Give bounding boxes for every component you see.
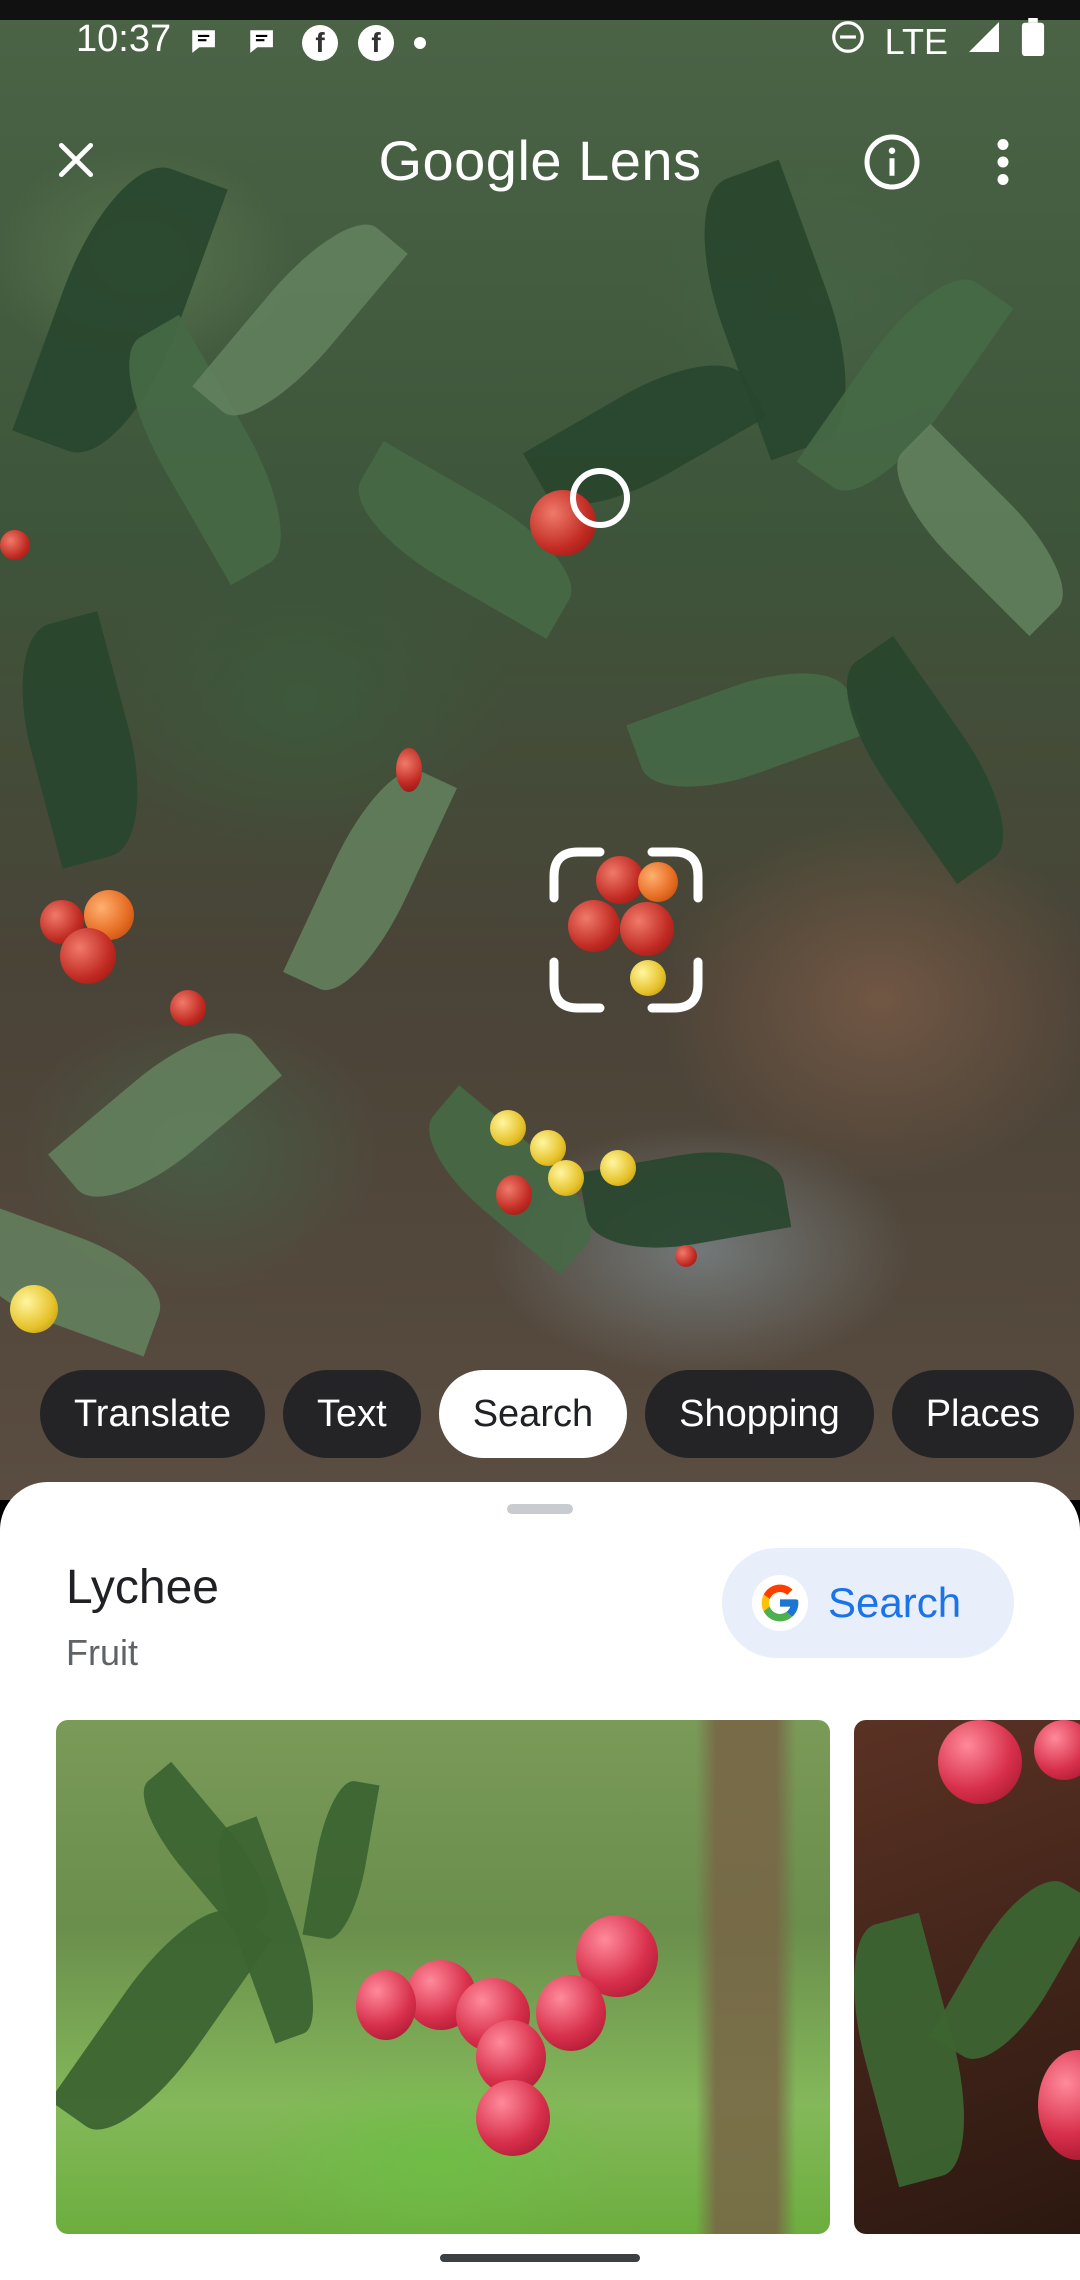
more-vert-icon — [997, 139, 1009, 185]
result-image[interactable] — [56, 1720, 830, 2234]
google-search-button[interactable]: Search — [722, 1548, 1014, 1658]
facebook-icon: f — [358, 25, 394, 61]
dot-icon — [414, 37, 426, 49]
sheet-drag-handle[interactable] — [507, 1504, 573, 1514]
clock: 10:37 — [76, 18, 172, 60]
battery-icon — [1020, 18, 1046, 65]
foliage — [626, 650, 864, 810]
selection-frame[interactable] — [548, 846, 704, 1014]
info-button[interactable] — [862, 132, 922, 192]
leaf — [929, 1863, 1080, 2077]
berry — [170, 990, 206, 1026]
berry — [548, 1160, 584, 1196]
google-g-icon — [752, 1575, 808, 1631]
dnd-icon — [829, 18, 867, 65]
status-bar: 10:37 f f LTE — [0, 0, 1080, 84]
berry — [675, 1245, 697, 1267]
lychee — [938, 1720, 1022, 1804]
berry — [10, 1285, 58, 1333]
message-icon — [244, 24, 282, 62]
lychee — [536, 1975, 606, 2051]
status-bar-strip — [0, 0, 1080, 20]
result-image-2[interactable] — [854, 1720, 1080, 2234]
foliage — [873, 423, 1080, 637]
foliage — [192, 202, 408, 438]
results-sheet: Lychee Fruit Search — [0, 1482, 1080, 2280]
foliage — [0, 611, 160, 869]
lychee — [356, 1970, 416, 2040]
message-icon — [186, 24, 224, 62]
facebook-icon: f — [302, 25, 338, 61]
system-icons: LTE — [829, 18, 1046, 65]
gesture-nav-bar[interactable] — [440, 2254, 640, 2262]
focus-point-indicator — [570, 468, 630, 528]
camera-viewfinder[interactable] — [0, 0, 1080, 1500]
mode-places[interactable]: Places — [891, 1370, 1074, 1458]
lychee — [1038, 2050, 1080, 2160]
mode-search[interactable]: Search — [438, 1370, 628, 1458]
signal-icon — [966, 19, 1002, 64]
berry — [496, 1175, 532, 1215]
foliage — [283, 754, 457, 1006]
mode-translate[interactable]: Translate — [40, 1370, 265, 1458]
foliage — [0, 1203, 175, 1357]
app-bar: Google Lens — [0, 110, 1080, 210]
berry — [490, 1110, 526, 1146]
more-options-button[interactable] — [980, 132, 1026, 192]
foliage — [47, 1006, 283, 1224]
mode-shopping[interactable]: Shopping — [645, 1370, 874, 1458]
result-subtitle: Fruit — [66, 1632, 138, 1673]
search-button-label: Search — [828, 1579, 962, 1626]
info-icon — [864, 134, 920, 190]
berry — [600, 1150, 636, 1186]
leaf — [302, 1776, 380, 1944]
mode-selector: Translate Text Search Shopping Places — [40, 1370, 1074, 1460]
notification-icons: f f — [186, 24, 426, 62]
mode-text[interactable]: Text — [283, 1370, 421, 1458]
berry — [396, 748, 422, 792]
network-label: LTE — [884, 20, 948, 62]
foliage — [819, 635, 1031, 885]
berry — [60, 928, 116, 984]
result-title: Lychee — [66, 1561, 219, 1614]
lychee — [476, 2080, 550, 2156]
lychee — [1034, 1720, 1080, 1780]
berry — [0, 530, 30, 560]
